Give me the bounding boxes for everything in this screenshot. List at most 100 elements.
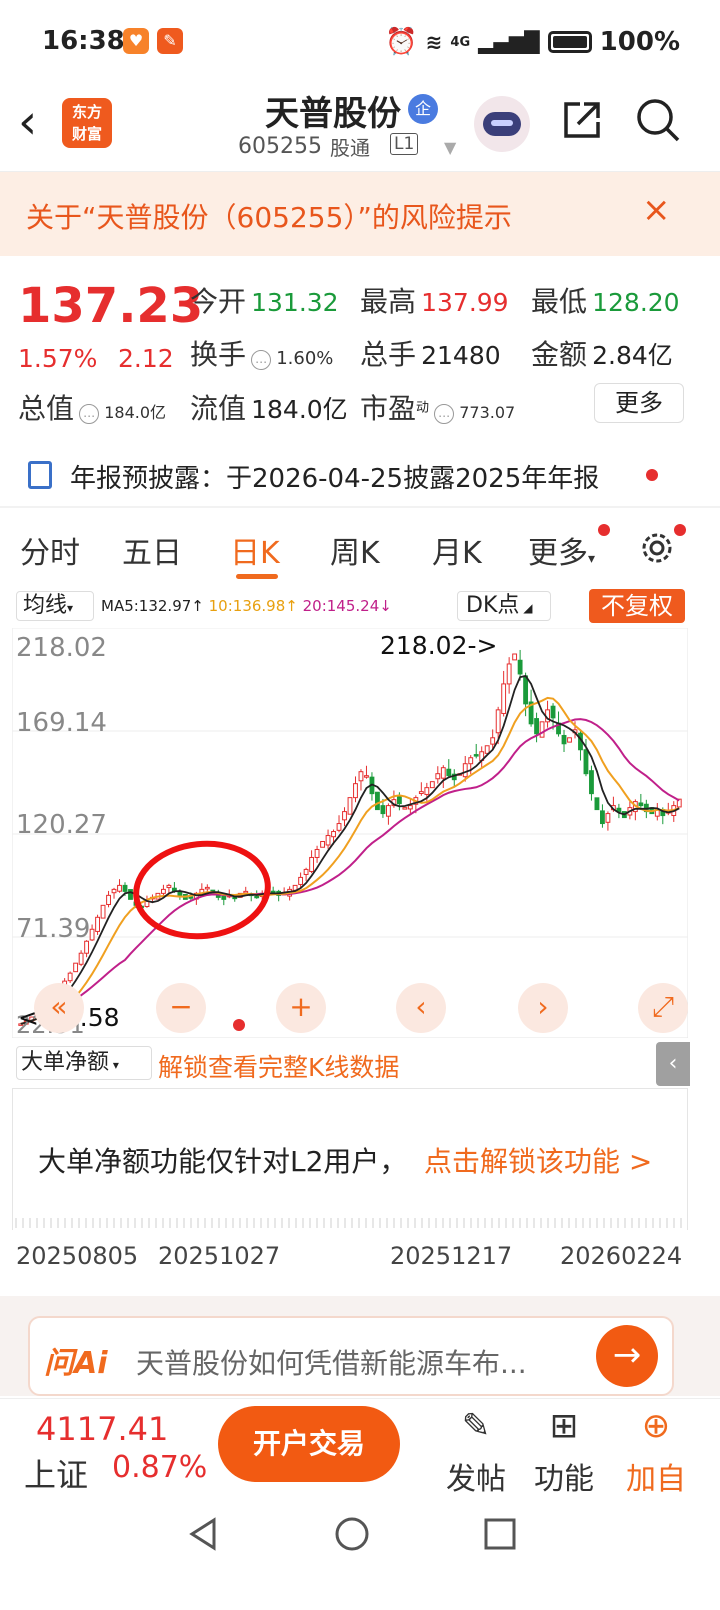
candle-body bbox=[161, 888, 166, 894]
index-name[interactable]: 上证 bbox=[24, 1450, 88, 1496]
x-axis-date: 20250805 bbox=[16, 1242, 139, 1270]
tab-daily-k[interactable]: 日K bbox=[230, 528, 280, 572]
high-field: 最高 137.99 bbox=[360, 280, 509, 320]
chart-toolbar: 均线▾ MA5:132.97↑ 10:136.98↑ 20:145.24↓ DK… bbox=[0, 585, 720, 627]
tab-monthly-k[interactable]: 月K bbox=[432, 528, 482, 572]
candle-body bbox=[429, 781, 435, 789]
index-change-percent[interactable]: 0.87% bbox=[112, 1450, 207, 1485]
scroll-right-button[interactable]: › bbox=[518, 983, 568, 1033]
plus-circle-icon: ⊕ bbox=[641, 1406, 671, 1446]
nav-home-icon[interactable] bbox=[332, 1514, 372, 1554]
time-scale-ticks bbox=[15, 1218, 682, 1228]
pe-field[interactable]: 市盈动 … 773.07 bbox=[360, 387, 515, 427]
candle-body bbox=[490, 737, 496, 745]
tab-more[interactable]: 更多▾ bbox=[528, 528, 595, 572]
last-price: 137.23 bbox=[18, 278, 204, 334]
annual-report-text[interactable]: 年报预披露：于2026-04-25披露2025年年报 bbox=[70, 458, 599, 495]
market-cap-field[interactable]: 总值 … 184.0亿 bbox=[18, 387, 166, 427]
candle-body bbox=[309, 856, 315, 872]
nav-recents-icon[interactable] bbox=[480, 1514, 520, 1554]
back-arrow-icon[interactable]: ‹ bbox=[18, 98, 37, 146]
post-button[interactable]: ✎ 发帖 bbox=[436, 1404, 516, 1498]
amount-field: 金额 2.84亿 bbox=[531, 333, 673, 373]
scroll-left-fast-button[interactable]: « bbox=[34, 983, 84, 1033]
unlock-kline-link[interactable]: 解锁查看完整K线数据 bbox=[158, 1048, 399, 1084]
float-cap-field: 流值 184.0亿 bbox=[190, 387, 348, 427]
zoom-out-button[interactable]: − bbox=[156, 983, 206, 1033]
add-watchlist-button[interactable]: ⊕ 加自 bbox=[616, 1404, 696, 1498]
candle-body bbox=[600, 810, 605, 825]
risk-warning-banner[interactable]: 关于“天普股份（605255）”的风险提示 × bbox=[0, 172, 720, 256]
info-icon[interactable]: … bbox=[251, 349, 272, 370]
candle-body bbox=[89, 928, 95, 941]
network-label: 4G bbox=[450, 34, 471, 50]
candle-body bbox=[446, 768, 452, 777]
annual-report-notice[interactable]: 年报预披露：于2026-04-25披露2025年年报 bbox=[0, 445, 720, 505]
active-tab-indicator bbox=[236, 574, 278, 579]
status-time: 16:38 bbox=[42, 26, 125, 56]
candle-body bbox=[73, 962, 79, 973]
candle-body bbox=[353, 783, 358, 799]
info-icon[interactable]: … bbox=[434, 403, 455, 424]
candle-body bbox=[385, 805, 391, 817]
high-value: 137.99 bbox=[421, 288, 509, 317]
candle-body bbox=[331, 831, 336, 838]
unread-dot bbox=[674, 524, 686, 536]
stock-name: 天普股份 bbox=[265, 94, 401, 134]
x-axis-date: 20251217 bbox=[390, 1242, 513, 1270]
candle-body bbox=[462, 763, 468, 778]
kline-chart[interactable]: 218.02 169.14 120.27 71.39 22.51 218.02-… bbox=[12, 628, 688, 1038]
candle-body bbox=[221, 895, 227, 900]
dk-point-label: DK点 bbox=[466, 593, 520, 618]
search-icon[interactable] bbox=[634, 96, 682, 144]
close-icon[interactable]: × bbox=[642, 190, 671, 230]
open-account-button[interactable]: 开户交易 bbox=[218, 1406, 400, 1482]
chart-frame bbox=[12, 628, 688, 1038]
tab-intraday[interactable]: 分时 bbox=[20, 528, 80, 572]
candle-body bbox=[117, 884, 122, 892]
fullscreen-button[interactable]: ⤢ bbox=[638, 983, 688, 1033]
x-axis-date: 20260224 bbox=[560, 1242, 683, 1270]
settings-gear-icon[interactable] bbox=[637, 528, 677, 568]
turnover-field[interactable]: 换手 … 1.60% bbox=[190, 333, 333, 373]
info-icon[interactable]: … bbox=[79, 403, 100, 424]
float-cap-value: 184.0亿 bbox=[251, 395, 348, 424]
candle-body bbox=[106, 894, 111, 906]
share-icon[interactable] bbox=[560, 98, 604, 142]
connect-tag: 股通 bbox=[330, 136, 370, 160]
risk-warning-text[interactable]: 关于“天普股份（605255）”的风险提示 bbox=[26, 196, 512, 236]
chevron-down-icon[interactable]: ▼ bbox=[444, 138, 456, 157]
scroll-left-button[interactable]: ‹ bbox=[396, 983, 446, 1033]
more-quote-button[interactable]: 更多 bbox=[594, 383, 684, 423]
candle-body bbox=[128, 889, 133, 900]
index-value[interactable]: 4117.41 bbox=[36, 1410, 168, 1448]
zoom-in-button[interactable]: + bbox=[276, 983, 326, 1033]
dk-point-select[interactable]: DK点 ◢ bbox=[457, 591, 551, 621]
candle-body bbox=[243, 890, 249, 894]
turnover-label: 换手 bbox=[190, 338, 247, 371]
tab-five-day[interactable]: 五日 bbox=[122, 528, 182, 572]
unlock-feature-link[interactable]: 点击解锁该功能 > bbox=[424, 1140, 652, 1180]
function-button[interactable]: ⊞ 功能 bbox=[524, 1404, 604, 1498]
ai-suggested-question[interactable]: 天普股份如何凭借新能源车布... bbox=[136, 1342, 527, 1382]
volume-field: 总手 21480 bbox=[360, 333, 501, 373]
candle-body bbox=[638, 802, 644, 807]
change-amount: 2.12 bbox=[118, 344, 174, 373]
notification-app-icon: ♥ bbox=[123, 28, 149, 54]
nav-back-icon[interactable] bbox=[184, 1514, 224, 1554]
eastmoney-logo[interactable]: 东方 财富 bbox=[62, 98, 112, 148]
arrow-right-icon[interactable]: → bbox=[596, 1325, 658, 1387]
collapse-panel-button[interactable]: ‹ bbox=[656, 1042, 690, 1086]
candle-body bbox=[166, 884, 172, 889]
tab-weekly-k[interactable]: 周K bbox=[330, 528, 380, 572]
open-label: 今开 bbox=[190, 285, 247, 318]
candle-body bbox=[512, 653, 518, 661]
indicator-select[interactable]: 均线▾ bbox=[16, 591, 94, 621]
add-watchlist-label: 加自 bbox=[626, 1462, 686, 1497]
ai-robot-icon[interactable] bbox=[474, 96, 530, 152]
adjustment-button[interactable]: 不复权 bbox=[589, 589, 685, 623]
battery-icon bbox=[547, 31, 592, 53]
candle-body bbox=[347, 797, 353, 815]
candle-body bbox=[523, 675, 529, 705]
big-order-select[interactable]: 大单净额 ▾ bbox=[16, 1046, 152, 1080]
